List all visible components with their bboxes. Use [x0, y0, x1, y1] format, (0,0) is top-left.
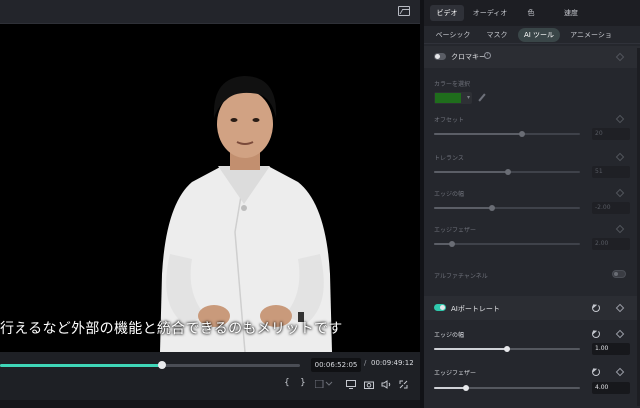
tab-audio[interactable]: オーディオ [468, 5, 512, 21]
keyframe-diamond-icon[interactable] [615, 188, 625, 198]
keyframe-diamond-icon[interactable] [615, 303, 625, 313]
display-icon[interactable] [346, 380, 356, 389]
camera-icon[interactable] [364, 380, 374, 389]
fullscreen-icon[interactable] [399, 380, 408, 389]
slider-fill [434, 348, 507, 350]
slider-fill [434, 387, 467, 389]
timecode-separator: / [364, 359, 367, 367]
alpha-channel-label: アルファチャンネル [434, 273, 488, 280]
tolerance-slider[interactable] [434, 169, 580, 175]
chroma-key-header: クロマキー ? [424, 46, 640, 68]
offset-label: オフセット [434, 117, 465, 124]
ai-portrait-toggle[interactable] [434, 304, 446, 311]
tab-color[interactable]: 色 [520, 5, 542, 21]
subtitle-text: 行えるなど外部の機能と統合できるのもメリットです [0, 321, 343, 337]
slider-fill [434, 133, 522, 135]
subtab-basic[interactable]: ベーシック [430, 28, 476, 42]
portrait-edge-width-value[interactable]: 1.00 [592, 343, 630, 355]
select-color-label: カラーを選択 [434, 81, 471, 88]
chevron-down-icon: ▾ [466, 94, 470, 101]
ai-portrait-title: AIポートレート [451, 305, 500, 313]
timeline-strip [0, 400, 420, 408]
tab-video[interactable]: ビデオ [430, 5, 464, 21]
selected-color-swatch [435, 93, 461, 103]
slider-fill [434, 171, 509, 173]
properties-panel: ビデオ オーディオ 色 速度 ベーシック マスク AI ツール アニメーショ ク… [424, 0, 640, 408]
subtab-animation[interactable]: アニメーショ [566, 28, 616, 42]
chroma-key-toggle[interactable] [434, 53, 446, 60]
ai-portrait-header: AIポートレート [424, 296, 640, 320]
keyframe-diamond-icon[interactable] [615, 52, 625, 62]
mark-in-button[interactable]: { [284, 378, 290, 388]
portrait-edge-feather-label: エッジフェザー [434, 370, 477, 377]
total-timecode: 00:09:49:12 [371, 359, 414, 367]
keyframe-diamond-icon[interactable] [615, 367, 625, 377]
slider-handle[interactable] [518, 131, 525, 137]
tolerance-value[interactable]: 51 [592, 166, 630, 178]
mark-out-button[interactable]: } [300, 378, 306, 388]
portrait-edge-width-label: エッジの幅 [434, 332, 465, 339]
keyframe-diamond-icon[interactable] [615, 152, 625, 162]
portrait-edge-width-slider[interactable] [434, 346, 580, 352]
edge-width-value[interactable]: -2.00 [592, 202, 630, 214]
timeline-scrubber[interactable] [0, 361, 300, 369]
subtab-mask[interactable]: マスク [482, 28, 512, 42]
tab-speed[interactable]: 速度 [556, 5, 586, 21]
volume-icon[interactable] [381, 380, 391, 389]
edge-feather-slider[interactable] [434, 241, 580, 247]
scrubber-handle[interactable] [158, 361, 166, 369]
keyframe-diamond-icon[interactable] [615, 224, 625, 234]
reset-icon[interactable] [592, 330, 600, 338]
preview-panel: 行えるなど外部の機能と統合できるのもメリットです 00:06:52:05 / 0… [0, 0, 424, 408]
subtab-ai-tools[interactable]: AI ツール [518, 28, 560, 42]
offset-slider[interactable] [434, 131, 580, 137]
sub-tabs: ベーシック マスク AI ツール アニメーショ [424, 26, 640, 44]
slider-fill [434, 207, 493, 209]
render-preview-icon[interactable] [315, 380, 333, 388]
color-picker[interactable]: ▾ [434, 92, 472, 104]
edge-feather-label: エッジフェザー [434, 227, 477, 234]
scrubber-progress [0, 364, 162, 367]
main-tabs: ビデオ オーディオ 色 速度 [424, 0, 640, 26]
keyframe-diamond-icon[interactable] [615, 329, 625, 339]
portrait-edge-feather-slider[interactable] [434, 385, 580, 391]
keyframe-diamond-icon[interactable] [615, 114, 625, 124]
reset-icon[interactable] [592, 368, 600, 376]
alpha-channel-toggle[interactable] [612, 270, 626, 278]
slider-handle[interactable] [448, 241, 455, 247]
tolerance-label: トレランス [434, 155, 464, 162]
preview-toolbar [0, 0, 420, 24]
edge-width-label: エッジの幅 [434, 191, 465, 198]
slider-handle[interactable] [504, 346, 510, 352]
help-icon[interactable]: ? [484, 52, 491, 59]
image-icon[interactable] [398, 6, 410, 16]
reset-icon[interactable] [592, 304, 600, 312]
slider-handle[interactable] [489, 205, 496, 211]
video-canvas[interactable]: 行えるなど外部の機能と統合できるのもメリットです [0, 24, 420, 352]
edge-feather-value[interactable]: 2.00 [592, 238, 630, 250]
slider-handle[interactable] [463, 385, 470, 391]
chroma-key-title: クロマキー [451, 53, 486, 61]
current-timecode[interactable]: 00:06:52:05 [311, 358, 361, 372]
slider-handle[interactable] [505, 169, 512, 175]
portrait-edge-feather-value[interactable]: 4.00 [592, 382, 630, 394]
presenter-figure [160, 76, 332, 352]
edge-width-slider[interactable] [434, 205, 580, 211]
eyedropper-icon[interactable] [478, 93, 486, 102]
offset-value[interactable]: 20 [592, 128, 630, 140]
